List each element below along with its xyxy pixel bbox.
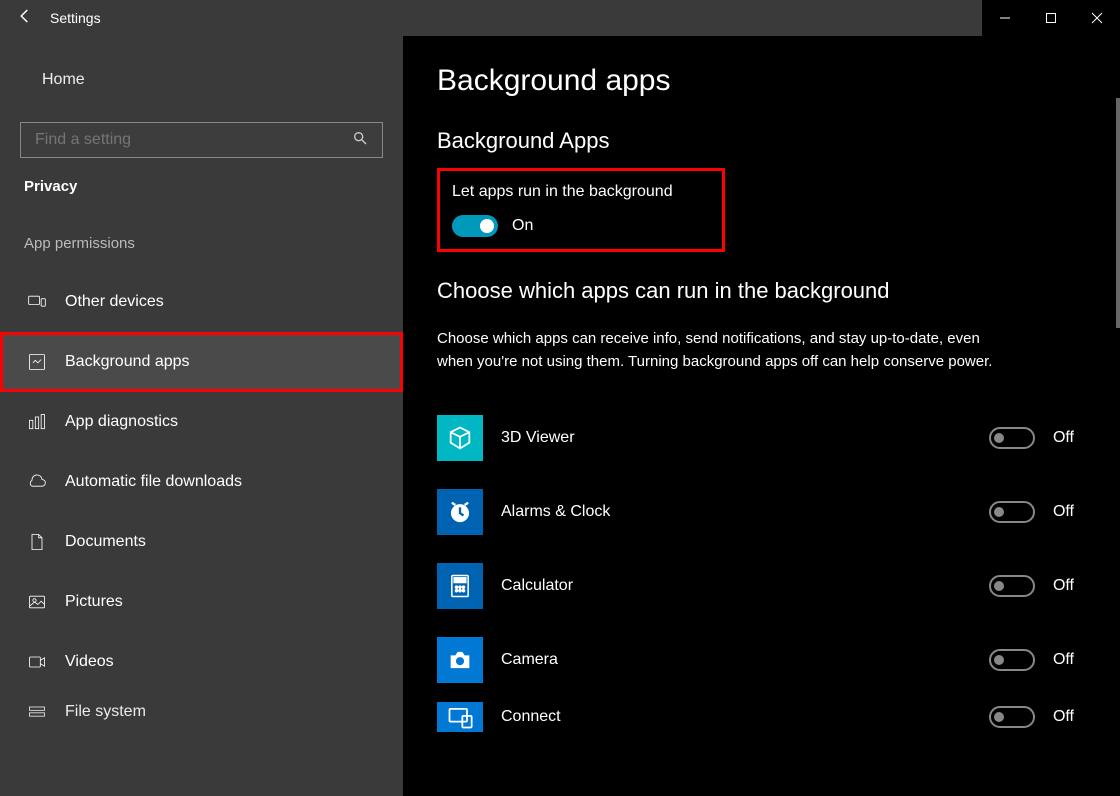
pictures-icon bbox=[27, 592, 47, 612]
nav-videos[interactable]: Videos bbox=[0, 632, 403, 692]
nav-background-apps[interactable]: Background apps bbox=[0, 332, 403, 392]
app-toggle-camera[interactable] bbox=[989, 649, 1035, 671]
master-toggle-label: Let apps run in the background bbox=[452, 183, 710, 201]
home-label: Home bbox=[42, 71, 85, 89]
titlebar: Settings bbox=[0, 0, 1120, 36]
nav-label: Automatic file downloads bbox=[65, 473, 242, 491]
app-toggle-state: Off bbox=[1053, 429, 1074, 447]
master-toggle[interactable] bbox=[452, 215, 498, 237]
nav-label: App diagnostics bbox=[65, 413, 178, 431]
nav-pictures[interactable]: Pictures bbox=[0, 572, 403, 632]
close-button[interactable] bbox=[1074, 0, 1120, 36]
cloud-icon bbox=[27, 472, 47, 492]
app-icon-connect bbox=[437, 702, 483, 732]
app-icon-3d-viewer bbox=[437, 415, 483, 461]
nav-label: Other devices bbox=[65, 293, 164, 311]
app-toggle-alarms[interactable] bbox=[989, 501, 1035, 523]
window-title: Settings bbox=[50, 10, 101, 26]
nav-label: File system bbox=[65, 703, 146, 721]
app-row-3d-viewer: 3D Viewer Off bbox=[437, 401, 1086, 475]
search-icon bbox=[352, 130, 368, 151]
section-title-2: Choose which apps can run in the backgro… bbox=[437, 278, 1086, 304]
home-nav[interactable]: Home bbox=[0, 52, 403, 108]
maximize-button[interactable] bbox=[1028, 0, 1074, 36]
app-name: Camera bbox=[501, 651, 966, 669]
app-name: Connect bbox=[501, 708, 966, 726]
nav-other-devices[interactable]: Other devices bbox=[0, 272, 403, 332]
app-name: Calculator bbox=[501, 577, 966, 595]
nav-auto-downloads[interactable]: Automatic file downloads bbox=[0, 452, 403, 512]
app-row-connect: Connect Off bbox=[437, 697, 1086, 737]
nav-app-diagnostics[interactable]: App diagnostics bbox=[0, 392, 403, 452]
nav-file-system[interactable]: File system bbox=[0, 692, 403, 732]
privacy-header: Privacy bbox=[0, 178, 403, 195]
back-button[interactable] bbox=[16, 7, 34, 30]
nav-documents[interactable]: Documents bbox=[0, 512, 403, 572]
document-icon bbox=[27, 532, 47, 552]
app-icon-camera bbox=[437, 637, 483, 683]
app-toggle-state: Off bbox=[1053, 651, 1074, 669]
app-icon-alarms bbox=[437, 489, 483, 535]
minimize-button[interactable] bbox=[982, 0, 1028, 36]
diagnostics-icon bbox=[27, 412, 47, 432]
main-content: Background apps Background Apps Let apps… bbox=[403, 36, 1120, 796]
app-name: Alarms & Clock bbox=[501, 503, 966, 521]
app-toggle-state: Off bbox=[1053, 708, 1074, 726]
app-row-alarms: Alarms & Clock Off bbox=[437, 475, 1086, 549]
app-row-calculator: Calculator Off bbox=[437, 549, 1086, 623]
app-toggle-connect[interactable] bbox=[989, 706, 1035, 728]
nav-label: Videos bbox=[65, 653, 114, 671]
app-row-camera: Camera Off bbox=[437, 623, 1086, 697]
nav-label: Pictures bbox=[65, 593, 123, 611]
section-title-1: Background Apps bbox=[437, 128, 1086, 154]
master-toggle-state: On bbox=[512, 217, 533, 235]
page-title: Background apps bbox=[437, 64, 1086, 98]
app-toggle-calculator[interactable] bbox=[989, 575, 1035, 597]
video-icon bbox=[27, 652, 47, 672]
app-icon-calculator bbox=[437, 563, 483, 609]
nav-label: Documents bbox=[65, 533, 146, 551]
section-header: App permissions bbox=[0, 235, 403, 252]
section-description: Choose which apps can receive info, send… bbox=[437, 328, 1017, 373]
settings-window: Settings Home bbox=[0, 0, 1120, 796]
nav-label: Background apps bbox=[65, 353, 190, 371]
app-toggle-3d-viewer[interactable] bbox=[989, 427, 1035, 449]
filesystem-icon bbox=[27, 702, 47, 722]
search-input[interactable] bbox=[35, 131, 352, 149]
app-toggle-state: Off bbox=[1053, 503, 1074, 521]
devices-icon bbox=[27, 292, 47, 312]
sidebar: Home Privacy App permissions Other devic… bbox=[0, 36, 403, 796]
app-toggle-state: Off bbox=[1053, 577, 1074, 595]
background-apps-icon bbox=[27, 352, 47, 372]
app-name: 3D Viewer bbox=[501, 429, 966, 447]
search-input-wrap[interactable] bbox=[20, 122, 383, 158]
scrollbar[interactable] bbox=[1116, 98, 1120, 328]
highlighted-master-toggle-block: Let apps run in the background On bbox=[437, 168, 725, 252]
